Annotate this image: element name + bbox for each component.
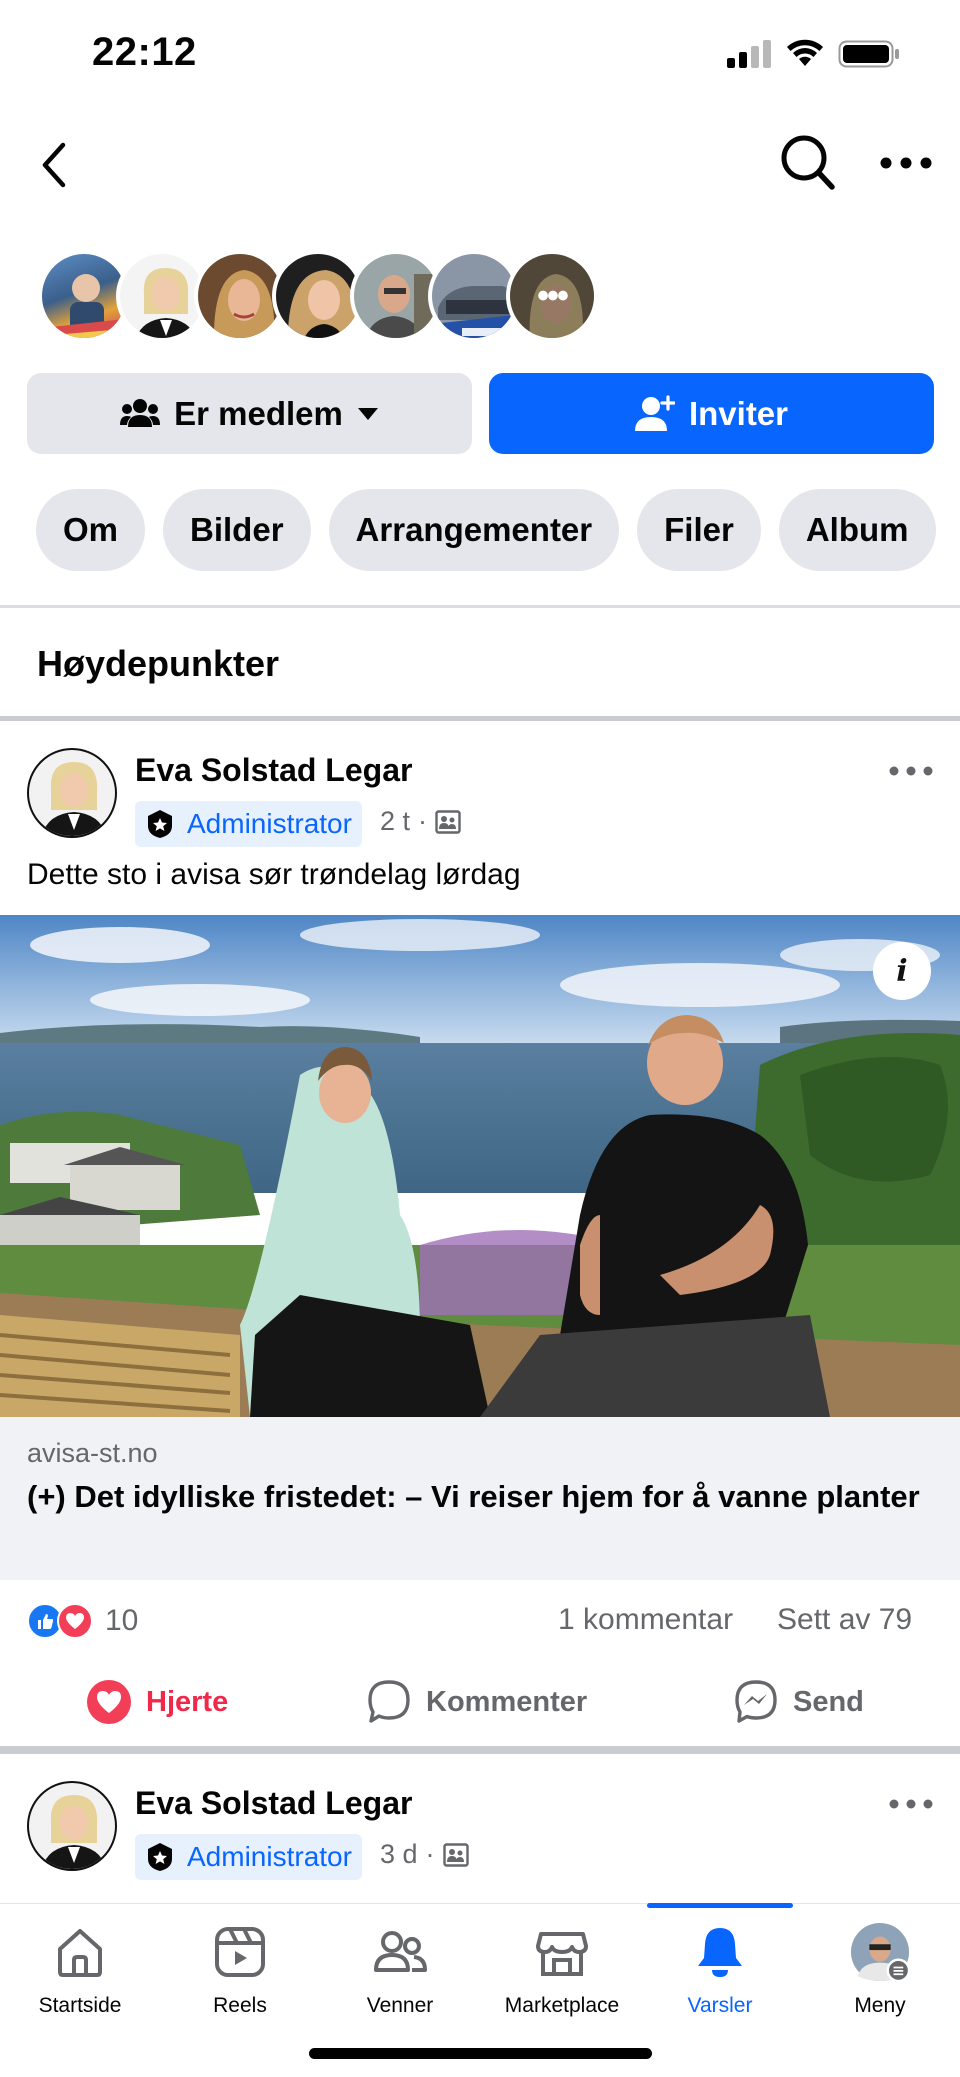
love-reaction-icon xyxy=(57,1603,93,1639)
heart-icon xyxy=(87,1680,131,1724)
post-author-name[interactable]: Eva Solstad Legar xyxy=(135,1785,412,1822)
post-text: Dette sto i avisa sør trøndelag lørdag xyxy=(27,858,521,891)
back-button[interactable] xyxy=(34,140,74,190)
section-title: Høydepunkter xyxy=(37,643,280,684)
post-meta: 3 d · xyxy=(380,1839,469,1870)
nav-startside[interactable]: Startside xyxy=(0,1922,160,2042)
messenger-icon xyxy=(735,1680,777,1723)
post-author-avatar[interactable] xyxy=(27,1781,117,1871)
reaction-count: 10 xyxy=(105,1604,139,1637)
profile-menu-icon xyxy=(850,1922,910,1983)
admin-shield-icon xyxy=(148,810,172,838)
meta-separator: · xyxy=(418,806,428,836)
link-domain: avisa-st.no xyxy=(27,1438,158,1468)
status-bar: 22:12 xyxy=(0,0,960,110)
nav-meny[interactable]: Meny xyxy=(800,1922,960,2042)
heart-button[interactable]: Hjerte xyxy=(86,1679,228,1725)
nav-label: Marketplace xyxy=(504,1994,620,2017)
post-time[interactable]: 2 t xyxy=(380,806,410,837)
tab-filer[interactable]: Filer xyxy=(637,489,761,571)
divider xyxy=(0,716,960,721)
meta-separator: · xyxy=(425,1839,435,1869)
status-time: 22:12 xyxy=(92,30,197,74)
search-icon[interactable] xyxy=(778,132,836,192)
cellular-signal-icon xyxy=(727,38,771,68)
bell-icon xyxy=(698,1928,742,1977)
home-icon xyxy=(58,1929,102,1977)
more-options-icon[interactable] xyxy=(878,145,934,181)
invite-button[interactable]: Inviter xyxy=(489,373,934,454)
nav-varsler[interactable]: Varsler xyxy=(640,1922,800,2042)
friends-icon xyxy=(374,1931,427,1972)
group-audience-icon xyxy=(442,1842,469,1867)
admin-badge: Administrator xyxy=(135,1834,362,1880)
tab-bilder[interactable]: Bilder xyxy=(163,489,311,571)
send-label: Send xyxy=(793,1685,864,1718)
post-time[interactable]: 3 d xyxy=(380,1839,418,1870)
admin-label: Administrator xyxy=(187,808,352,839)
divider xyxy=(0,605,960,608)
tab-arrangementer[interactable]: Arrangementer xyxy=(328,489,620,571)
post-author-avatar[interactable] xyxy=(27,748,117,838)
member-status-button[interactable]: Er medlem xyxy=(27,373,472,454)
more-members-indicator: ••• xyxy=(510,254,594,338)
member-avatars[interactable]: ••• xyxy=(38,250,598,342)
group-tabs: Om Bilder Arrangementer Filer Album xyxy=(36,489,960,571)
battery-icon xyxy=(838,40,899,68)
member-status-label: Er medlem xyxy=(174,394,343,432)
info-icon[interactable]: i xyxy=(873,942,931,1000)
admin-label: Administrator xyxy=(187,1841,352,1872)
tab-album[interactable]: Album xyxy=(778,489,936,571)
post-author-name[interactable]: Eva Solstad Legar xyxy=(135,752,412,789)
wifi-icon xyxy=(787,39,823,66)
nav-label: Reels xyxy=(213,1994,267,2017)
admin-badge: Administrator xyxy=(135,801,362,847)
nav-reels[interactable]: Reels xyxy=(160,1922,320,2042)
admin-shield-icon xyxy=(148,1843,172,1871)
active-tab-indicator xyxy=(647,1903,793,1908)
comment-icon xyxy=(368,1680,410,1723)
nav-label: Startside xyxy=(38,1994,122,2017)
member-avatar[interactable]: ••• xyxy=(506,250,598,342)
reels-icon xyxy=(215,1927,265,1977)
comment-count[interactable]: 1 kommentar xyxy=(558,1603,733,1637)
link-title[interactable]: (+) Det idylliske fristedet: – Vi reiser… xyxy=(27,1474,927,1519)
nav-label: Venner xyxy=(366,1994,434,2017)
group-audience-icon xyxy=(435,809,461,834)
post-link-image[interactable] xyxy=(0,915,960,1417)
tab-om[interactable]: Om xyxy=(36,489,146,571)
send-button[interactable]: Send xyxy=(733,1679,864,1725)
home-indicator xyxy=(309,2048,652,2059)
marketplace-icon xyxy=(536,1932,588,1976)
heart-label: Hjerte xyxy=(146,1685,229,1718)
reaction-summary[interactable]: 10 xyxy=(27,1603,138,1639)
post-more-icon[interactable] xyxy=(886,756,936,786)
chevron-left-icon xyxy=(42,142,66,188)
nav-label: Meny xyxy=(854,1994,906,2017)
nav-venner[interactable]: Venner xyxy=(320,1922,480,2042)
post-meta: 2 t · xyxy=(380,806,461,837)
caret-down-icon xyxy=(357,407,378,420)
invite-label: Inviter xyxy=(688,394,789,432)
comment-label: Kommenter xyxy=(426,1685,588,1718)
post-more-icon[interactable] xyxy=(886,1789,936,1819)
seen-by-count[interactable]: Sett av 79 xyxy=(777,1603,912,1637)
nav-label: Varsler xyxy=(687,1994,753,2017)
comment-button[interactable]: Kommenter xyxy=(366,1679,587,1725)
group-members-icon xyxy=(120,398,161,427)
divider xyxy=(0,1746,960,1754)
nav-marketplace[interactable]: Marketplace xyxy=(482,1922,642,2042)
add-person-icon xyxy=(634,394,675,431)
